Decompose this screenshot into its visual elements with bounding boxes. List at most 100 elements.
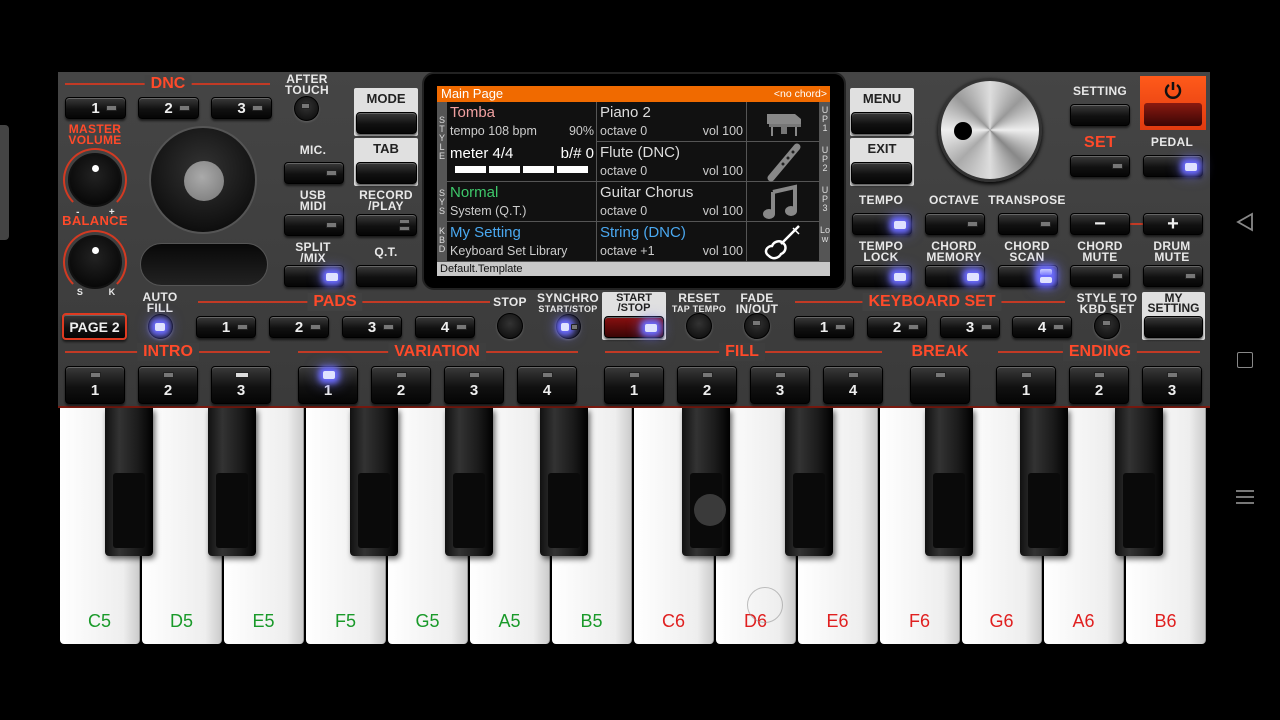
- octave-label: OCTAVE: [928, 193, 980, 207]
- fill-button-1[interactable]: 1: [604, 366, 664, 404]
- back-icon[interactable]: [1236, 212, 1254, 232]
- fill-button-2[interactable]: 2: [677, 366, 737, 404]
- usb-midi-label: USB MIDI: [299, 188, 327, 213]
- black-key[interactable]: [1020, 408, 1068, 556]
- ending-button-1[interactable]: 1: [996, 366, 1056, 404]
- drum-mute-label: DRUM MUTE: [1153, 239, 1191, 264]
- keyboard-set-button-1[interactable]: 1: [794, 316, 854, 338]
- grand-piano-icon: [747, 102, 820, 142]
- tempo-button[interactable]: [852, 213, 912, 235]
- ending-button-3[interactable]: 3: [1142, 366, 1202, 404]
- drum-mute-button[interactable]: [1143, 265, 1203, 287]
- fill-button-3[interactable]: 3: [750, 366, 810, 404]
- setting-button[interactable]: [1070, 104, 1130, 126]
- part-low[interactable]: String (DNC) octave +1 vol 100: [597, 222, 747, 262]
- pad-button-2[interactable]: 2: [269, 316, 329, 338]
- after-touch-button[interactable]: [294, 96, 319, 121]
- black-key[interactable]: [682, 408, 730, 556]
- chord-memory-button[interactable]: [925, 265, 985, 287]
- variation-button-4[interactable]: 4: [517, 366, 577, 404]
- dnc-button-2[interactable]: 2: [138, 97, 199, 119]
- balance-knob[interactable]: [68, 235, 122, 289]
- start-stop-button[interactable]: [604, 316, 664, 338]
- tempo-lock-button[interactable]: [852, 265, 912, 287]
- style-cell[interactable]: Tomba tempo 108 bpm 90% meter 4/4 b/# 0: [447, 102, 597, 182]
- auto-fill-button[interactable]: [148, 314, 173, 339]
- part-up3[interactable]: Guitar Chorus octave 0 vol 100: [597, 182, 747, 222]
- joystick[interactable]: [149, 126, 257, 234]
- transpose-button[interactable]: [998, 213, 1058, 235]
- pad-button-4[interactable]: 4: [415, 316, 475, 338]
- pitch-pad[interactable]: [140, 243, 268, 286]
- black-key[interactable]: [208, 408, 256, 556]
- set-label: SET: [1083, 134, 1117, 151]
- part-up1[interactable]: Piano 2 octave 0 vol 100: [597, 102, 747, 142]
- key-label: F6: [908, 611, 930, 631]
- dnc-button-1[interactable]: 1: [65, 97, 126, 119]
- keyboard-set-button-2[interactable]: 2: [867, 316, 927, 338]
- home-icon[interactable]: [1237, 352, 1253, 368]
- ending-button-2[interactable]: 2: [1069, 366, 1129, 404]
- black-key[interactable]: [445, 408, 493, 556]
- mode-button[interactable]: [356, 112, 417, 134]
- black-key[interactable]: [925, 408, 973, 556]
- synchro-start-stop-button[interactable]: [556, 314, 581, 339]
- intro-button-1[interactable]: 1: [65, 366, 125, 404]
- sys-cell[interactable]: Normal System (Q.T.): [447, 182, 597, 222]
- fill-button-4[interactable]: 4: [823, 366, 883, 404]
- fade-in-out-button[interactable]: [744, 313, 770, 339]
- black-key[interactable]: [105, 408, 153, 556]
- black-key[interactable]: [785, 408, 833, 556]
- keyboard-set-button-4[interactable]: 4: [1012, 316, 1072, 338]
- variation-button-2[interactable]: 2: [371, 366, 431, 404]
- black-key[interactable]: [1115, 408, 1163, 556]
- up2-side-label: UP2: [820, 142, 830, 182]
- key-label: E5: [252, 611, 275, 631]
- sys-sub: System (Q.T.): [450, 204, 527, 218]
- left-edge-handle: [0, 125, 9, 240]
- my-setting-button[interactable]: [1144, 316, 1203, 338]
- octave-button[interactable]: [925, 213, 985, 235]
- power-button[interactable]: [1140, 76, 1206, 130]
- keyboard-set-button-3[interactable]: 3: [940, 316, 1000, 338]
- display-screen[interactable]: Main Page <no chord> STYLE SYS KBD UP1 U…: [437, 86, 830, 276]
- menu-button[interactable]: [851, 112, 912, 134]
- kbd-cell[interactable]: My Setting Keyboard Set Library: [447, 222, 597, 262]
- master-volume-knob[interactable]: [68, 153, 122, 207]
- stop-button[interactable]: [497, 313, 523, 339]
- style-to-kbd-set-button[interactable]: [1094, 313, 1120, 339]
- dnc-button-3[interactable]: 3: [211, 97, 272, 119]
- part-volume: vol 100: [702, 244, 743, 258]
- chord-scan-button[interactable]: [998, 265, 1058, 287]
- set-button[interactable]: [1070, 155, 1130, 177]
- fade-label: FADE IN/OUT: [735, 291, 779, 316]
- plus-button[interactable]: +: [1143, 213, 1203, 235]
- tab-button[interactable]: [356, 162, 417, 184]
- record-play-button[interactable]: [356, 214, 417, 236]
- black-key[interactable]: [540, 408, 588, 556]
- split-mix-button[interactable]: [284, 265, 344, 287]
- black-key[interactable]: [350, 408, 398, 556]
- usb-midi-button[interactable]: [284, 214, 344, 236]
- variation-button-1[interactable]: 1: [298, 366, 358, 404]
- style-side-label: STYLE: [437, 102, 447, 182]
- part-up2[interactable]: Flute (DNC) octave 0 vol 100: [597, 142, 747, 182]
- qt-button[interactable]: [356, 265, 417, 287]
- minus-button[interactable]: −: [1070, 213, 1130, 235]
- pedal-button[interactable]: [1143, 155, 1203, 177]
- intro-button-2[interactable]: 2: [138, 366, 198, 404]
- data-dial[interactable]: [938, 78, 1042, 182]
- break-button[interactable]: [910, 366, 970, 404]
- mic-button[interactable]: [284, 162, 344, 184]
- menu-icon[interactable]: [1236, 489, 1254, 505]
- page-2-button[interactable]: PAGE 2: [62, 313, 127, 340]
- pad-button-1[interactable]: 1: [196, 316, 256, 338]
- intro-button-3[interactable]: 3: [211, 366, 271, 404]
- pad-button-3[interactable]: 3: [342, 316, 402, 338]
- exit-button[interactable]: [851, 162, 912, 184]
- up1-side-label: UP1: [820, 102, 830, 142]
- reset-tap-tempo-button[interactable]: [686, 313, 712, 339]
- chord-mute-button[interactable]: [1070, 265, 1130, 287]
- ending-header: ENDING: [1062, 343, 1138, 361]
- variation-button-3[interactable]: 3: [444, 366, 504, 404]
